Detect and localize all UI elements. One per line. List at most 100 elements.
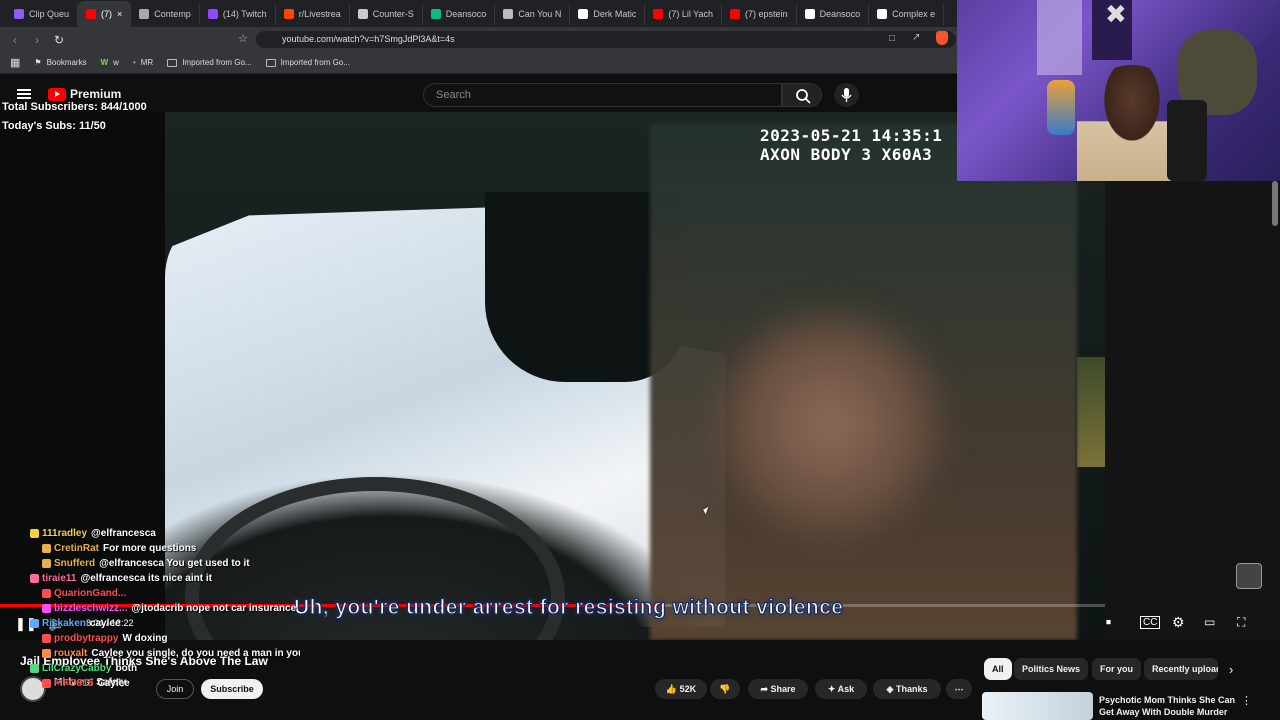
moderator-badge-icon[interactable] xyxy=(1236,563,1262,589)
bookmark-folder[interactable]: Imported from Go... xyxy=(167,58,252,67)
dislike-button[interactable]: 👎 xyxy=(710,679,740,699)
bookmark-label: Bookmarks xyxy=(46,58,87,67)
bookmark-folder[interactable]: Imported from Go... xyxy=(265,58,350,67)
tab-favicon-icon xyxy=(578,8,589,19)
chat-username: tiraie11 xyxy=(42,573,77,584)
tab-favicon-icon xyxy=(283,8,294,19)
forward-icon[interactable]: › xyxy=(30,33,44,47)
bookmark-item[interactable]: Ww xyxy=(101,58,119,67)
chip-recently-uploaded[interactable]: Recently uploaded xyxy=(1144,658,1218,680)
timestamp-device: AXON BODY 3 X60A3 xyxy=(760,145,933,164)
chat-message: bizzleschwizz... @jtodacrib nope not car … xyxy=(0,601,300,616)
bookmark-item[interactable]: ⚑ Bookmarks xyxy=(34,58,86,67)
microphone-icon xyxy=(841,88,852,102)
tab-label: Deansoco xyxy=(819,8,861,19)
thumbs-up-icon: 👍 xyxy=(665,684,680,694)
browser-tab[interactable]: (7) epstein xyxy=(722,2,797,25)
back-icon[interactable]: ‹ xyxy=(8,33,22,47)
voice-search-button[interactable] xyxy=(834,83,859,107)
chat-text: both xyxy=(115,663,138,674)
tab-label: Deansoco xyxy=(445,8,487,19)
kebab-menu-icon[interactable]: ⋮ xyxy=(1241,694,1252,707)
share-button[interactable]: ➦ Share xyxy=(748,679,808,699)
like-count: 52K xyxy=(679,684,697,694)
chevron-right-icon[interactable]: › xyxy=(1229,662,1233,677)
tab-favicon-icon xyxy=(207,8,218,19)
captions-icon[interactable]: CC xyxy=(1140,616,1161,629)
tab-close-icon[interactable]: × xyxy=(117,9,122,19)
blurred-face xyxy=(700,300,960,550)
fullscreen-icon[interactable]: ⛶ xyxy=(1237,615,1245,630)
tab-favicon-icon xyxy=(430,8,441,19)
youtube-logo[interactable]: Premium xyxy=(48,87,121,101)
chip-all[interactable]: All xyxy=(984,658,1012,680)
tab-label: r/Livestrea xyxy=(298,8,341,19)
browser-tab[interactable]: (14) Twitch xyxy=(200,2,276,25)
chat-username: bizzleschwizz... xyxy=(54,603,128,614)
tab-favicon-icon xyxy=(503,8,514,19)
browser-tab[interactable]: Deansoco xyxy=(797,2,870,25)
chat-text: @jtodacrib nope not car insurance xyxy=(131,603,297,614)
chat-username: Snufferd xyxy=(54,558,96,569)
chat-username: CretinRat xyxy=(54,543,100,554)
thanks-button[interactable]: ◈ Thanks xyxy=(873,679,941,699)
bookmark-icon: ⚑ xyxy=(34,58,42,67)
apps-grid-icon[interactable]: ▦ xyxy=(10,56,20,69)
browser-tab[interactable]: Clip Queu xyxy=(6,2,79,25)
chat-badge-icon xyxy=(30,573,39,583)
bookmark-favicon: • xyxy=(132,58,136,67)
browser-tab[interactable]: Complex e xyxy=(869,2,945,25)
search-input[interactable]: Search xyxy=(423,83,782,107)
brave-shield-icon[interactable] xyxy=(936,31,948,45)
browser-tab[interactable]: Derk Matic xyxy=(570,2,646,25)
browser-tab[interactable]: (7) Lil Yach xyxy=(645,2,723,25)
bookmark-star-icon[interactable]: ☆ xyxy=(238,31,248,48)
tab-label: Complex e xyxy=(892,8,936,19)
browser-tab[interactable]: Can You N xyxy=(495,2,571,25)
browser-tab[interactable]: (7) × xyxy=(78,1,132,27)
more-actions-button[interactable]: ⋯ xyxy=(946,679,972,699)
share-page-icon[interactable]: ↗ xyxy=(912,32,920,43)
theater-mode-icon[interactable]: ▭ xyxy=(1204,615,1215,629)
chat-username: Riskaken xyxy=(42,618,86,629)
browser-tab[interactable]: Deansoco xyxy=(423,2,496,25)
thanks-icon: ◈ xyxy=(886,684,896,694)
chip-politics-news[interactable]: Politics News xyxy=(1014,658,1089,680)
chat-badge-icon xyxy=(30,663,39,673)
chat-message: 111radley @elfrancesca xyxy=(0,526,300,541)
scrollbar[interactable] xyxy=(1272,181,1278,226)
like-button[interactable]: 👍 52K xyxy=(655,679,707,699)
bookmark-item[interactable]: • MR xyxy=(133,58,153,67)
sparkle-icon: ✦ xyxy=(827,684,838,694)
extensions-icon[interactable]: □ xyxy=(889,33,895,44)
today-subs-counter: Today's Subs: 11/50 xyxy=(2,120,106,132)
related-video-title[interactable]: Psychotic Mom Thinks She Can Get Away Wi… xyxy=(1099,694,1239,718)
chat-text: @elfrancesca its nice aint it xyxy=(80,573,212,584)
settings-gear-icon[interactable]: ⚙ xyxy=(1172,614,1185,631)
tab-favicon-icon xyxy=(877,8,888,19)
ask-button[interactable]: ✦ Ask xyxy=(815,679,867,699)
autoplay-toggle-icon[interactable]: ⏹ xyxy=(1106,617,1111,628)
more-dots-icon: ⋯ xyxy=(954,684,964,694)
chat-text: @elfrancesca xyxy=(91,528,156,539)
chat-badge-icon xyxy=(42,558,51,568)
chat-badge-icon xyxy=(42,588,51,598)
chat-text: Caylee you single, do you need a man in … xyxy=(91,648,300,659)
related-video-thumbnail[interactable] xyxy=(982,692,1093,720)
chat-message: rouxalt Caylee you single, do you need a … xyxy=(0,646,300,661)
url-bar[interactable]: ☆ youtube.com/watch?v=h7SmgJdPl3A&t=4s xyxy=(238,31,956,48)
menu-icon[interactable] xyxy=(17,89,31,99)
browser-tab[interactable]: r/Livestrea xyxy=(276,2,350,25)
logo-text: Premium xyxy=(70,87,122,101)
share-icon: ➦ xyxy=(760,684,771,694)
search-button[interactable] xyxy=(782,83,822,107)
tab-favicon-icon xyxy=(804,8,815,19)
browser-tab[interactable]: Contemp xyxy=(131,2,200,25)
tab-favicon-icon xyxy=(730,8,741,19)
folder-icon xyxy=(265,58,276,67)
reload-icon[interactable]: ↻ xyxy=(52,33,66,47)
timestamp-date: 2023-05-21 14:35:1 xyxy=(760,126,943,145)
browser-tab[interactable]: Counter-S xyxy=(350,2,423,25)
chip-for-you[interactable]: For you xyxy=(1092,658,1141,680)
tab-label: (7) xyxy=(101,9,113,19)
